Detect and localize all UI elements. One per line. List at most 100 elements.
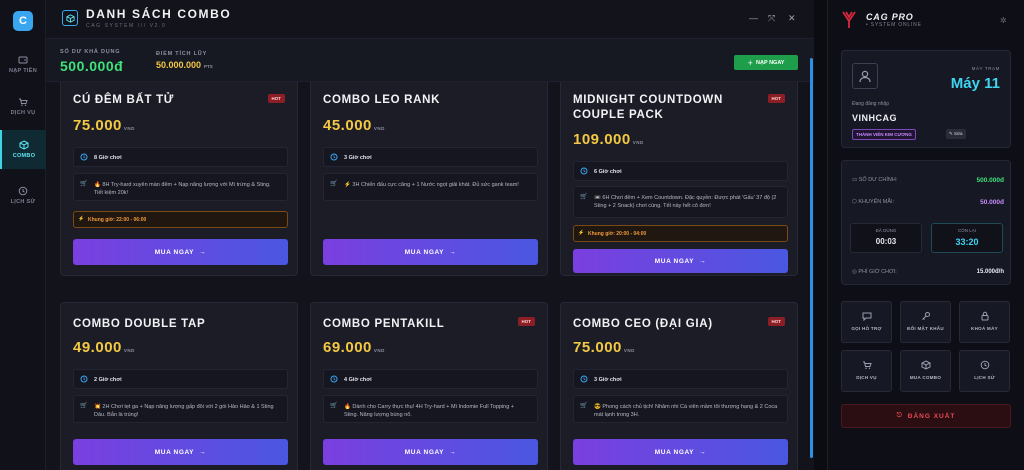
- promo-label: KHUYẾN MÃI:: [858, 199, 895, 205]
- buy-label: MUA NGAY: [654, 448, 695, 456]
- clock-icon: [330, 375, 338, 383]
- expand-icon[interactable]: ⤧: [768, 13, 775, 24]
- hot-badge: HOT: [767, 94, 785, 103]
- cart-icon: 🛒: [580, 403, 588, 409]
- price-unit: VND: [623, 348, 635, 353]
- edit-label: Sửa: [954, 131, 963, 136]
- desc-text: Dành cho Carry thực thụ! 4H Try-hard + M…: [344, 404, 515, 418]
- combo-name: MIDNIGHT COUNTDOWN COUPLE PACK: [573, 94, 723, 121]
- settings-icon[interactable]: ✲: [1000, 16, 1007, 25]
- nav-dich-vu[interactable]: DỊCH VỤ: [0, 97, 46, 116]
- plus-icon: ＋: [747, 60, 754, 67]
- login-label: Đang đăng nhập: [852, 101, 889, 107]
- nav-lich-su[interactable]: LỊCH SỬ: [0, 186, 46, 205]
- available-balance-value: 500.000đ: [60, 58, 124, 74]
- logout-icon: ⎋: [896, 412, 903, 419]
- hours-text: 2 Giờ chơi: [94, 377, 122, 383]
- desc-text: 3H Chiến đấu cực căng + 1 Nước ngọt giải…: [352, 182, 519, 188]
- action-label: ĐỔI MẬT KHẨU: [907, 326, 944, 331]
- combo-price: 45.000: [323, 117, 372, 134]
- avatar: [852, 63, 878, 89]
- title-bar: DANH SÁCH COMBO CAG SYSTEM /// V2.0 — ⤧ …: [46, 0, 814, 36]
- key-icon: [921, 312, 930, 320]
- desc-text: Phong cách chủ tịch! Nhâm nhi Cà viên mầ…: [594, 404, 778, 418]
- combo-card: COMBO LEO RANK 45.000 VND 3 Giờ chơi 🛒 ⚡ …: [310, 82, 548, 276]
- buy-now-button[interactable]: MUA NGAY →: [573, 249, 788, 273]
- minimize-icon[interactable]: —: [749, 13, 758, 23]
- main-balance-label: SỐ DƯ CHÍNH:: [858, 177, 898, 183]
- close-icon[interactable]: ✕: [788, 13, 796, 24]
- arrow-right-icon: →: [199, 248, 207, 256]
- action-label: MUA COMBO: [909, 375, 942, 380]
- edit-profile-button[interactable]: ✎ Sửa: [946, 129, 966, 139]
- points-value: 50.000.000: [156, 60, 202, 70]
- balance-bar: SỐ DƯ KHẢ DỤNG 500.000đ ĐIỂM TÍCH LŨY 50…: [46, 38, 814, 82]
- clock-icon: [980, 360, 989, 370]
- combo-card: COMBO DOUBLE TAP 49.000 VND 2 Giờ chơi 🛒 …: [60, 302, 298, 470]
- combo-hours: 3 Giờ chơi: [573, 369, 788, 389]
- price-unit: VND: [123, 348, 135, 353]
- main-balance-row: ▭ SỐ DƯ CHÍNH: 500.000đ: [852, 177, 1004, 184]
- buy-now-button[interactable]: MUA NGAY →: [73, 439, 288, 465]
- combo-description: 🛒 ⚡ 3H Chiến đấu cực căng + 1 Nước ngọt …: [323, 173, 538, 201]
- buy-now-button[interactable]: MUA NGAY →: [73, 239, 288, 265]
- nav-label: DỊCH VỤ: [10, 110, 36, 116]
- topup-label: NẠP NGAY: [756, 59, 785, 66]
- arrow-right-icon: →: [449, 248, 457, 256]
- buy-label: MUA NGAY: [654, 257, 695, 265]
- cart-icon: 🛒: [580, 194, 588, 200]
- hot-badge: HOT: [267, 94, 285, 103]
- arrow-right-icon: →: [449, 448, 457, 456]
- combo-description: 🛒 🔥 8H Try-hard xuyên màn đêm + Nạp năng…: [73, 173, 288, 201]
- services-button[interactable]: DỊCH VỤ: [841, 350, 892, 392]
- combo-card: COMBO PENTAKILL HOT 69.000 VND 4 Giờ chơi…: [310, 302, 548, 470]
- scrollbar[interactable]: [810, 58, 813, 458]
- nav-nap-tien[interactable]: NẠP TIỀN: [0, 55, 46, 74]
- box-icon: [62, 10, 78, 26]
- box-icon: [921, 360, 930, 370]
- combo-name: CÚ ĐÊM BẤT TỬ: [73, 94, 175, 106]
- buy-combo-button[interactable]: MUA COMBO: [900, 350, 951, 392]
- buy-label: MUA NGAY: [154, 248, 195, 256]
- combo-card: MIDNIGHT COUNTDOWN COUPLE PACK HOT 109.0…: [560, 82, 798, 276]
- nav-combo[interactable]: COMBO: [0, 130, 46, 169]
- logout-button[interactable]: ⎋ ĐĂNG XUẤT: [841, 404, 1011, 428]
- price-unit: VND: [632, 140, 644, 145]
- price-unit: VND: [123, 126, 135, 131]
- combo-name: COMBO PENTAKILL: [323, 318, 445, 330]
- lightning-icon: ⚡: [78, 216, 85, 222]
- desc-emoji: 🔥: [344, 404, 351, 410]
- change-password-button[interactable]: ĐỔI MẬT KHẨU: [900, 301, 951, 343]
- price-unit: VND: [373, 126, 385, 131]
- buy-now-button[interactable]: MUA NGAY →: [323, 239, 538, 265]
- available-balance-label: SỐ DƯ KHẢ DỤNG: [60, 49, 121, 55]
- buy-label: MUA NGAY: [404, 248, 445, 256]
- topup-button[interactable]: ＋ NẠP NGAY: [734, 55, 798, 70]
- combo-card: COMBO CEO (ĐẠI GIA) HOT 75.000 VND 3 Giờ …: [560, 302, 798, 470]
- hot-badge: HOT: [517, 317, 535, 326]
- combo-price: 69.000: [323, 339, 372, 356]
- history-button[interactable]: LỊCH SỬ: [959, 350, 1010, 392]
- combo-name: COMBO CEO (ĐẠI GIA): [573, 318, 713, 330]
- chat-icon: [862, 312, 871, 321]
- combo-price: 75.000: [573, 339, 622, 356]
- arrow-right-icon: →: [699, 448, 707, 456]
- call-support-button[interactable]: GỌI HỖ TRỢ: [841, 301, 892, 343]
- desc-text: 6H Chơi đêm + Xem Countdown. Đặc quyền: …: [594, 195, 777, 209]
- page-title: DANH SÁCH COMBO: [86, 7, 232, 21]
- time-slot: ⚡ Khung giờ: 22:00 - 06:00: [73, 211, 288, 228]
- combo-name: COMBO DOUBLE TAP: [73, 318, 206, 330]
- combo-card: CÚ ĐÊM BẤT TỬ HOT 75.000 VND 8 Giờ chơi 🛒…: [60, 82, 298, 276]
- combo-panel: DANH SÁCH COMBO CAG SYSTEM /// V2.0 — ⤧ …: [46, 0, 814, 470]
- hours-text: 3 Giờ chơi: [594, 377, 622, 383]
- combo-grid: CÚ ĐÊM BẤT TỬ HOT 75.000 VND 8 Giờ chơi 🛒…: [46, 82, 814, 470]
- account-stats: ▭ SỐ DƯ CHÍNH: 500.000đ ⬡ KHUYẾN MÃI: 50…: [841, 160, 1011, 285]
- buy-now-button[interactable]: MUA NGAY →: [323, 439, 538, 465]
- clock-icon: [80, 375, 88, 383]
- app-logo: C: [13, 11, 33, 31]
- system-status: • SYSTEM ONLINE: [866, 22, 922, 28]
- time-used-value: 00:03: [875, 237, 897, 246]
- desc-emoji: 🔥: [94, 182, 101, 188]
- lock-machine-button[interactable]: KHOÁ MÁY: [959, 301, 1010, 343]
- buy-now-button[interactable]: MUA NGAY →: [573, 439, 788, 465]
